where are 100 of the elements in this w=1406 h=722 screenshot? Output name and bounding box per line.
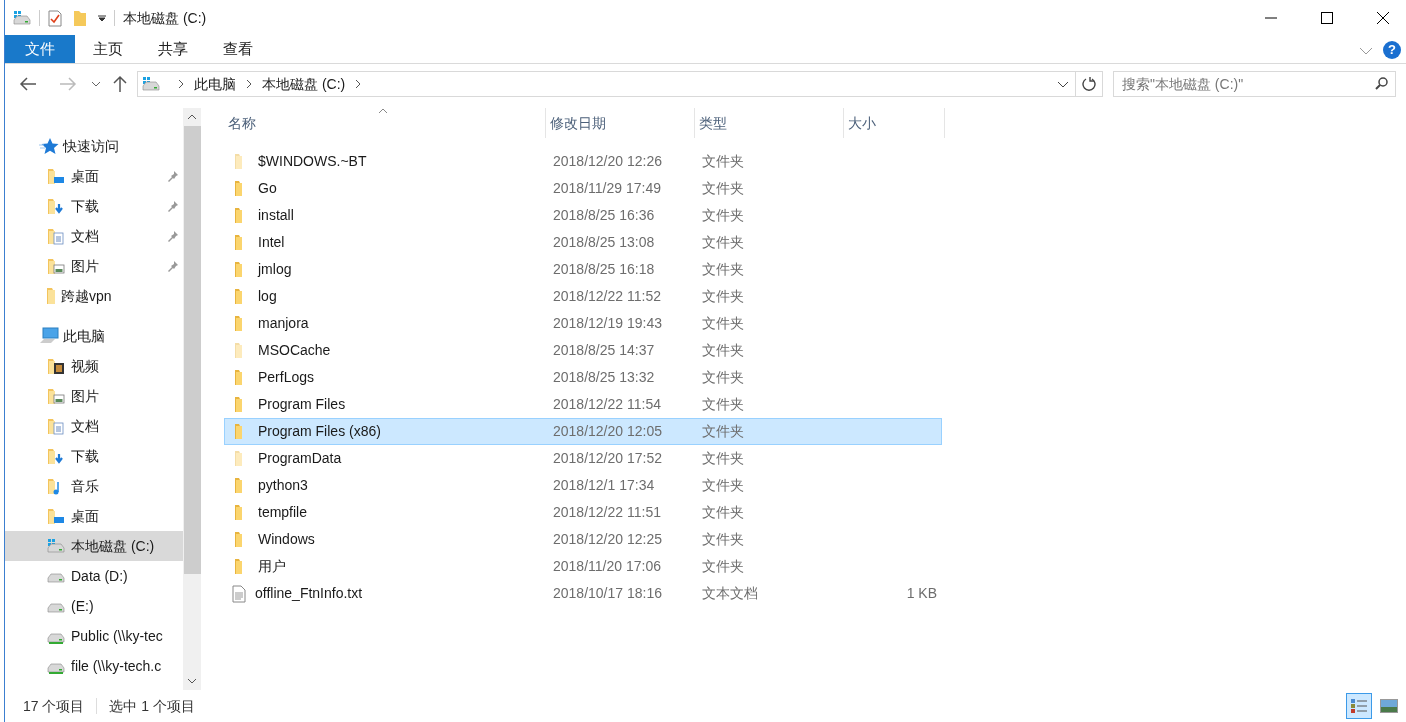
file-name: PerfLogs (258, 368, 315, 387)
nav-item[interactable]: 桌面 (5, 501, 183, 531)
nav-item[interactable]: 音乐 (5, 471, 183, 501)
ribbon-tab[interactable]: 共享 (140, 35, 205, 63)
nav-item[interactable]: 图片 (5, 251, 183, 281)
file-type: 文件夹 (702, 234, 744, 250)
nav-item[interactable]: 下载 (5, 191, 183, 221)
file-row[interactable]: manjora 2018/12/19 19:43 文件夹 (224, 310, 942, 337)
pin-icon (167, 170, 179, 182)
file-name: Intel (258, 233, 285, 252)
modified-date: 2018/12/22 11:52 (553, 288, 661, 304)
sort-up-icon (378, 108, 388, 114)
recent-dropdown-icon[interactable] (91, 81, 101, 87)
file-row[interactable]: jmlog 2018/8/25 16:18 文件夹 (224, 256, 942, 283)
expand-ribbon-icon[interactable] (1359, 47, 1373, 55)
drive-icon (47, 538, 65, 554)
file-type: 文件夹 (702, 531, 744, 547)
file-name: Windows (258, 530, 315, 549)
file-name: $WINDOWS.~BT (258, 152, 367, 171)
file-row[interactable]: offline_FtnInfo.txt 2018/10/17 18:16 文本文档 1 KB (224, 580, 942, 607)
refresh-icon[interactable] (1082, 77, 1096, 91)
modified-date: 2018/12/22 11:54 (553, 396, 661, 412)
address-dropdown-icon[interactable] (1057, 80, 1069, 88)
column-header[interactable]: 大小 (848, 112, 876, 134)
modified-date: 2018/11/20 17:06 (553, 558, 661, 574)
nav-item[interactable]: Data (D:) (5, 561, 183, 591)
file-row[interactable]: Intel 2018/8/25 13:08 文件夹 (224, 229, 942, 256)
file-row[interactable]: $WINDOWS.~BT 2018/12/20 12:26 文件夹 (224, 148, 942, 175)
maximize-icon (1321, 12, 1333, 24)
nav-label: 下载 (71, 196, 100, 216)
nav-item[interactable]: 视频 (5, 351, 183, 381)
nav-item[interactable]: 桌面 (5, 161, 183, 191)
picture-folder-icon (47, 257, 65, 275)
properties-icon[interactable] (48, 9, 62, 27)
nav-label: 快速访问 (63, 136, 119, 156)
file-row[interactable]: install 2018/8/25 16:36 文件夹 (224, 202, 942, 229)
column-header[interactable]: 修改日期 (550, 112, 606, 134)
file-type: 文件夹 (702, 207, 744, 223)
file-name: Go (258, 179, 277, 198)
column-header[interactable]: 名称 (228, 112, 256, 134)
details-view-icon (1350, 698, 1368, 714)
file-name: Program Files (x86) (258, 422, 381, 441)
nav-item[interactable]: 文档 (5, 221, 183, 251)
ribbon-tab[interactable]: 主页 (75, 35, 140, 63)
nav-item[interactable]: 下载 (5, 441, 183, 471)
scrollbar[interactable] (183, 108, 201, 690)
nav-item[interactable]: (E:) (5, 591, 183, 621)
nav-item[interactable]: 跨越vpn (5, 281, 183, 311)
ribbon-tab[interactable]: 查看 (205, 35, 270, 63)
modified-date: 2018/11/29 17:49 (553, 180, 661, 196)
scroll-up-icon[interactable] (187, 114, 197, 120)
star-icon (39, 137, 59, 155)
file-row[interactable]: PerfLogs 2018/8/25 13:32 文件夹 (224, 364, 942, 391)
file-name: tempfile (258, 503, 308, 522)
drive-icon (13, 10, 31, 26)
dropdown-icon[interactable] (98, 14, 106, 22)
file-row[interactable]: MSOCache 2018/8/25 14:37 文件夹 (224, 337, 942, 364)
address-bar[interactable]: 此电脑 本地磁盘 (C:) (137, 71, 1103, 97)
file-row[interactable]: log 2018/12/22 11:52 文件夹 (224, 283, 942, 310)
modified-date: 2018/12/1 17:34 (553, 477, 655, 493)
pin-icon (167, 230, 179, 242)
file-row[interactable]: Program Files 2018/12/22 11:54 文件夹 (224, 391, 942, 418)
back-arrow-icon[interactable] (19, 77, 37, 91)
nav-item[interactable]: Public (\\ky-tec (5, 621, 183, 651)
file-row[interactable]: 用户 2018/11/20 17:06 文件夹 (224, 553, 942, 580)
nav-item[interactable]: 文档 (5, 411, 183, 441)
up-arrow-icon[interactable] (113, 75, 127, 93)
search-field[interactable]: 搜索"本地磁盘 (C:)" (1113, 71, 1396, 97)
file-row[interactable]: Windows 2018/12/20 12:25 文件夹 (224, 526, 942, 553)
file-name: log (258, 287, 277, 306)
file-size: 1 KB (906, 585, 937, 601)
file-name: offline_FtnInfo.txt (255, 584, 363, 603)
file-type: 文件夹 (702, 180, 744, 196)
file-menu-tab[interactable]: 文件 (5, 35, 75, 63)
nav-item[interactable]: 本地磁盘 (C:) (5, 531, 183, 561)
nav-label: 桌面 (71, 506, 100, 526)
nav-item[interactable]: file (\\ky-tech.c (5, 651, 183, 681)
file-type: 文件夹 (702, 396, 744, 412)
desktop-folder-icon (47, 507, 65, 525)
file-row[interactable]: ProgramData 2018/12/20 17:52 文件夹 (224, 445, 942, 472)
breadcrumb[interactable]: 本地磁盘 (C:) (262, 73, 346, 95)
nav-section[interactable]: 快速访问 (5, 131, 183, 161)
file-row[interactable]: Program Files (x86) 2018/12/20 12:05 文件夹 (224, 418, 942, 445)
scrollbar-thumb[interactable] (183, 126, 201, 574)
breadcrumb[interactable]: 此电脑 (194, 73, 236, 95)
file-name: Program Files (258, 395, 346, 414)
file-type: 文件夹 (702, 153, 744, 169)
file-row[interactable]: Go 2018/11/29 17:49 文件夹 (224, 175, 942, 202)
modified-date: 2018/12/20 17:52 (553, 450, 662, 466)
nav-section[interactable]: 此电脑 (5, 321, 183, 351)
nav-item[interactable]: 图片 (5, 381, 183, 411)
help-button[interactable]: ? (1383, 41, 1401, 59)
scroll-down-icon[interactable] (187, 678, 197, 684)
file-type: 文件夹 (702, 288, 744, 304)
details-view-button[interactable] (1346, 693, 1372, 719)
pin-icon (167, 200, 179, 212)
document-folder-icon (47, 227, 65, 245)
file-row[interactable]: python3 2018/12/1 17:34 文件夹 (224, 472, 942, 499)
column-header[interactable]: 类型 (699, 112, 727, 134)
file-row[interactable]: tempfile 2018/12/22 11:51 文件夹 (224, 499, 942, 526)
